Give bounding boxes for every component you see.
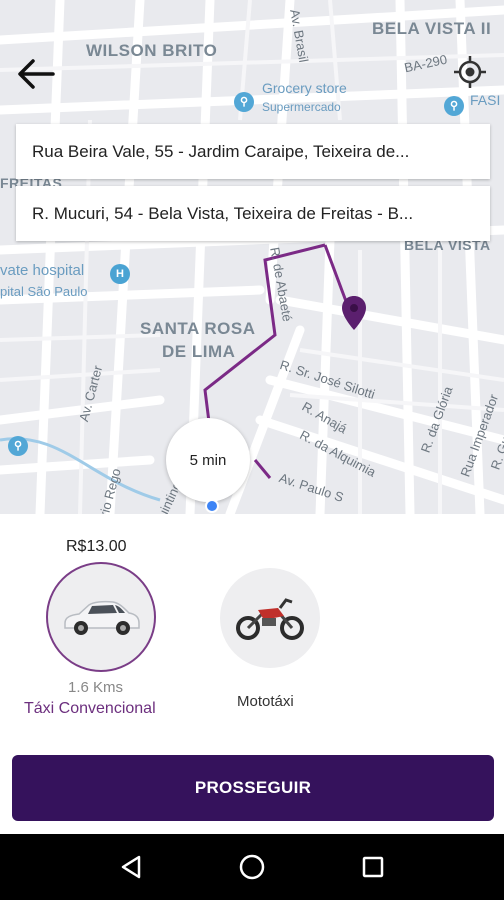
car-icon bbox=[64, 600, 140, 635]
square-recents-icon bbox=[363, 856, 384, 878]
destination-address-text: R. Mucuri, 54 - Bela Vista, Teixeira de … bbox=[32, 203, 414, 223]
my-location-button[interactable] bbox=[448, 50, 492, 94]
district-label: SANTA ROSA bbox=[140, 319, 256, 338]
option-mototaxi[interactable] bbox=[220, 568, 320, 668]
android-nav-bar bbox=[0, 834, 504, 900]
poi-label: Grocery store bbox=[262, 80, 347, 96]
nav-back-button[interactable] bbox=[111, 847, 151, 887]
poi-pin-icon[interactable]: ⚲ bbox=[444, 96, 464, 116]
poi-label: vate hospital bbox=[0, 262, 85, 279]
district-label: DE LIMA bbox=[162, 342, 236, 361]
fare-price: R$13.00 bbox=[66, 538, 127, 555]
poi-label: Supermercado bbox=[262, 100, 341, 114]
circle-home-icon bbox=[239, 854, 265, 880]
back-button[interactable] bbox=[14, 52, 58, 96]
district-label: WILSON BRITO bbox=[86, 41, 218, 60]
arrow-left-icon bbox=[18, 59, 55, 89]
restaurant-pin-icon[interactable]: ⚲ bbox=[8, 436, 28, 456]
map[interactable]: WILSON BRITO BELA VISTA II BELA VISTA SA… bbox=[0, 0, 504, 514]
crosshair-icon bbox=[454, 56, 486, 88]
origin-address-text: Rua Beira Vale, 55 - Jardim Caraipe, Tei… bbox=[32, 141, 410, 161]
option-label-moto[interactable]: Mototáxi bbox=[237, 693, 294, 710]
origin-location-dot bbox=[205, 499, 219, 513]
nav-home-button[interactable] bbox=[232, 847, 272, 887]
nav-recents-button[interactable] bbox=[353, 847, 393, 887]
proceed-button[interactable]: PROSSEGUIR bbox=[12, 755, 494, 821]
hospital-pin-icon[interactable]: H bbox=[110, 264, 130, 284]
district-label: BELA VISTA II bbox=[372, 19, 492, 38]
destination-pin-icon bbox=[342, 296, 366, 335]
option-label-taxi[interactable]: Táxi Convencional bbox=[24, 700, 156, 718]
eta-badge: 5 min bbox=[166, 418, 250, 502]
grocery-pin-icon[interactable]: ⚲ bbox=[234, 92, 254, 112]
poi-label: pital São Paulo bbox=[0, 284, 88, 299]
destination-address-field[interactable]: R. Mucuri, 54 - Bela Vista, Teixeira de … bbox=[16, 186, 490, 241]
triangle-back-icon bbox=[121, 855, 140, 879]
motorcycle-icon bbox=[236, 598, 304, 640]
option-taxi-convencional[interactable] bbox=[46, 562, 156, 672]
poi-label: FASI bbox=[470, 92, 501, 108]
option-distance: 1.6 Kms bbox=[68, 679, 124, 696]
origin-address-field[interactable]: Rua Beira Vale, 55 - Jardim Caraipe, Tei… bbox=[16, 124, 490, 179]
